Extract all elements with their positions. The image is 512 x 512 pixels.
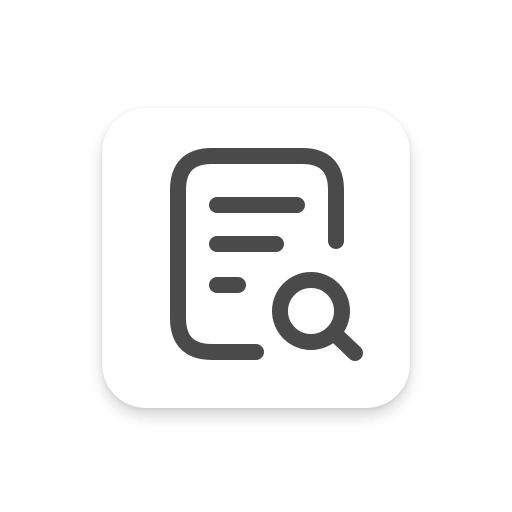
magnifier-handle	[327, 326, 363, 361]
document-search-icon	[170, 148, 363, 361]
app-icon-canvas	[0, 0, 512, 512]
document-outline	[170, 148, 344, 360]
